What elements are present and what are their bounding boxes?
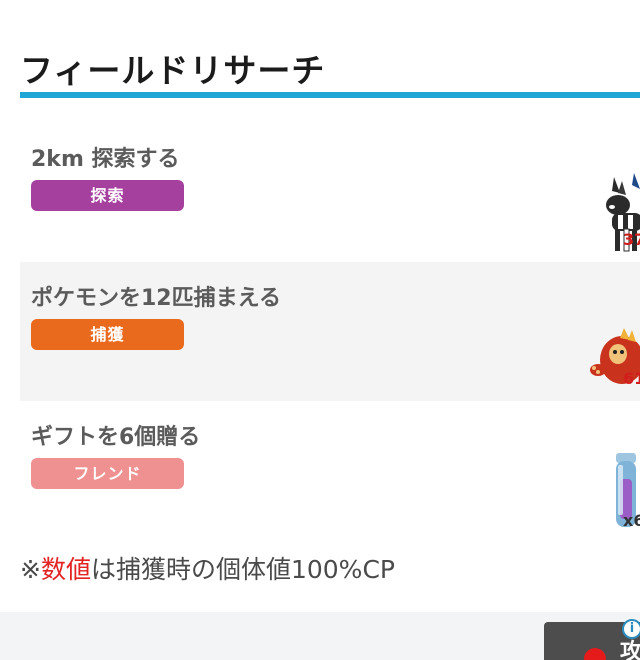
task-name: ギフトを6個贈る	[31, 425, 201, 450]
cp-note: ※数値は捕獲時の個体値100%CP	[20, 550, 395, 586]
category-badge-explore: 探索	[31, 180, 184, 211]
note-prefix: ※	[20, 555, 41, 584]
category-badge-catch: 捕獲	[31, 319, 184, 350]
task-name: ポケモンを12匹捕まえる	[31, 286, 281, 311]
research-task-catch[interactable]: ポケモンを12匹捕まえる 捕獲 61	[20, 262, 640, 401]
reward-quantity: x60	[623, 511, 640, 530]
task-name: 2km 探索する	[31, 147, 180, 172]
research-task-explore[interactable]: 2km 探索する 探索 37	[20, 123, 640, 262]
page-title: フィールドリサーチ	[20, 51, 326, 90]
reward-cp: 61	[623, 369, 640, 388]
reward-cp: 37	[623, 230, 640, 249]
title-underline	[20, 92, 640, 98]
category-badge-friend: フレンド	[31, 458, 184, 489]
info-icon[interactable]: i	[622, 619, 640, 639]
note-highlight: 数値	[40, 555, 91, 584]
note-suffix: は捕獲時の個体値100%CP	[90, 555, 395, 584]
research-task-friend[interactable]: ギフトを6個贈る フレンド x60	[20, 401, 640, 540]
